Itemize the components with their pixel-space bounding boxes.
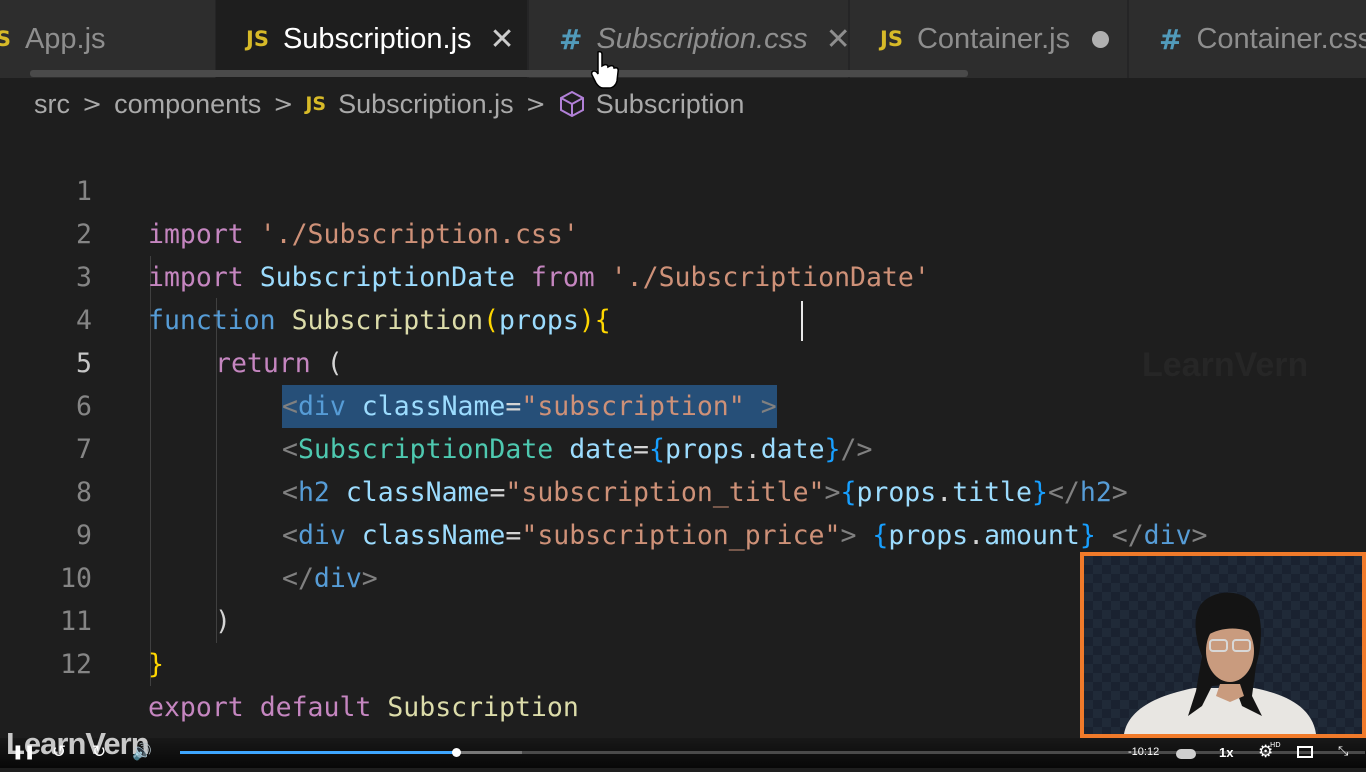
webcam-overlay [1080, 552, 1366, 738]
unsaved-dot-icon[interactable] [1092, 30, 1110, 48]
forward-icon[interactable]: ↻ [92, 742, 106, 762]
css-file-icon: # [559, 22, 583, 56]
tab-subscription-js[interactable]: JS Subscription.js ✕ [216, 0, 528, 78]
js-file-icon: JS [305, 93, 327, 115]
code-line[interactable]: 9 </div> [0, 471, 1366, 594]
hd-badge: HD [1270, 741, 1281, 749]
tab-scrollbar[interactable] [30, 70, 968, 77]
tab-label: Subscription.js [282, 22, 472, 55]
breadcrumb-item-components[interactable]: components [114, 89, 261, 120]
code-line[interactable]: 2 import SubscriptionDate from './Subscr… [0, 170, 1366, 293]
keyword-token: default [243, 692, 372, 723]
identifier-token: Subscription [371, 692, 579, 723]
tab-label: Subscription.css [596, 22, 808, 55]
picture-in-picture-icon[interactable] [1297, 746, 1313, 758]
breadcrumb-item-file[interactable]: Subscription.js [338, 89, 514, 120]
volume-icon[interactable]: 🔊 [132, 742, 152, 761]
tab-label: Container.js [916, 22, 1071, 55]
watermark-logo: LearnVern [1142, 346, 1309, 384]
tab-subscription-css[interactable]: # Subscription.css ✕ [529, 0, 851, 78]
exit-fullscreen-icon[interactable]: ⤡ [1338, 744, 1348, 759]
pause-icon[interactable]: ❚❚ [12, 744, 35, 760]
played-bar [180, 751, 457, 754]
keyword-token: export [148, 692, 244, 723]
js-file-icon: JS [880, 27, 903, 51]
rewind-icon[interactable]: ↺ [52, 742, 66, 762]
tab-app-js[interactable]: JS App.js [0, 0, 216, 78]
breadcrumb-item-src[interactable]: src [34, 89, 70, 120]
presenter-video [1124, 592, 1316, 734]
time-remaining: -10:12 [1128, 746, 1160, 758]
bracket-token: } [148, 649, 164, 680]
code-line[interactable]: 8 <div className="subscription_price"> {… [0, 428, 1366, 551]
code-line-current[interactable]: 5 <div className="subscription" > [0, 299, 1366, 428]
js-file-icon: JS [246, 27, 269, 51]
playback-speed-button[interactable]: 1x [1219, 745, 1233, 760]
js-file-icon: JS [0, 27, 11, 51]
editor-tab-bar: JS App.js JS Subscription.js ✕ # Subscri… [0, 0, 1366, 78]
chevron-right-icon: > [82, 90, 103, 118]
tab-container-css[interactable]: # Container.css [1129, 0, 1366, 78]
breadcrumb: src > components > JS Subscription.js > … [34, 84, 744, 124]
chevron-right-icon: > [525, 90, 546, 118]
code-line[interactable]: 10 ) [0, 514, 1366, 637]
tab-label: App.js [24, 22, 106, 55]
text-cursor [801, 301, 803, 341]
tab-container-js[interactable]: JS Container.js [850, 0, 1128, 78]
code-line[interactable]: 7 <h2 className="subscription_title">{pr… [0, 385, 1366, 508]
close-icon[interactable]: ✕ [826, 22, 851, 57]
css-file-icon: # [1159, 22, 1183, 56]
code-line[interactable]: 4 return ( [0, 256, 1366, 379]
tab-label: Container.css [1196, 22, 1366, 55]
code-line[interactable]: 3 function Subscription(props){ [0, 213, 1366, 336]
symbol-cube-icon [558, 90, 586, 118]
chevron-right-icon: > [273, 90, 294, 118]
autoplay-toggle[interactable] [1176, 749, 1196, 759]
close-icon[interactable]: ✕ [490, 22, 515, 57]
breadcrumb-item-symbol[interactable]: Subscription [596, 89, 745, 120]
code-line[interactable]: 1 import './Subscription.css' [0, 127, 1366, 250]
line-number: 12 [60, 649, 92, 680]
